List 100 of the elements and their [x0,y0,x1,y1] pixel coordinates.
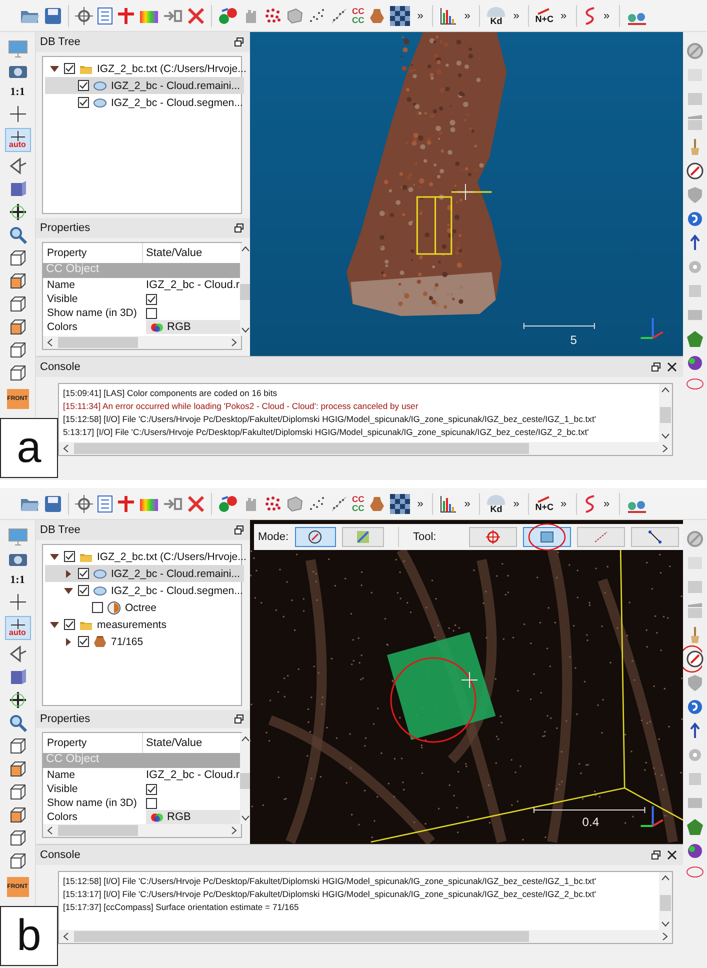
scroll-thumb[interactable] [74,931,530,942]
scroll-thumb[interactable] [660,407,671,423]
overflow-button[interactable]: » [414,498,426,510]
wireframe-cube-icon[interactable] [8,737,26,755]
swap-arrows-icon[interactable] [218,494,238,512]
scattered-dots-icon[interactable] [308,494,326,512]
pentagon-icon[interactable] [686,818,704,836]
tool-button[interactable] [631,527,679,547]
scroll-left-icon[interactable] [62,444,70,453]
plus-icon[interactable] [8,105,26,123]
scroll-thumb[interactable] [240,772,251,788]
wireframe-cube-icon[interactable] [8,852,26,870]
scroll-down-icon[interactable] [240,326,250,334]
column-header[interactable]: State/Value [143,737,240,749]
cc-button[interactable]: CC CC [352,6,364,24]
overflow-button[interactable]: » [414,10,426,22]
checkbox[interactable] [64,63,75,74]
shaded-cube-icon[interactable] [8,272,26,290]
pentagon-icon[interactable] [686,330,704,348]
close-icon[interactable] [667,362,677,372]
scroll-up-icon[interactable] [661,874,670,882]
tree-item[interactable]: 71/165 [45,633,148,650]
overflow-button[interactable]: » [600,10,613,22]
scroll-down-icon[interactable] [240,814,250,822]
scroll-right-icon[interactable] [230,338,238,347]
checkbox[interactable] [146,294,157,304]
wireframe-cube-icon[interactable] [8,829,26,847]
bar-chart-icon[interactable] [439,494,458,512]
tree-item[interactable]: IGZ_2_bc - Cloud.remaini... [45,565,244,582]
checkbox[interactable] [146,798,157,808]
scroll-left-icon[interactable] [46,338,54,347]
overflow-button[interactable]: » [558,498,570,510]
tree-item[interactable]: IGZ_2_bc.txt (C:/Users/Hrvoje... [45,548,250,565]
caret-down-icon[interactable] [49,620,60,630]
column-header[interactable]: State/Value [143,247,240,259]
tree-item[interactable]: measurements [45,616,170,633]
scroll-right-icon[interactable] [661,444,669,453]
scroll-right-icon[interactable] [661,932,669,941]
scale-button[interactable]: 1:1 [10,572,25,588]
scrollbar[interactable] [59,442,672,455]
wireframe-cube-icon[interactable] [8,249,26,267]
scroll-left-icon[interactable] [62,932,70,941]
sphere-icon[interactable] [686,842,704,860]
tool-button[interactable] [523,527,571,547]
float-icon[interactable] [234,223,244,233]
tree-item[interactable]: IGZ_2_bc.txt (C:/Users/Hrvoje... [45,60,250,77]
scrollbar[interactable] [659,384,672,442]
checkerboard-icon[interactable] [390,6,410,26]
scrollbar[interactable] [43,824,241,837]
tree-item[interactable]: IGZ_2_bc - Cloud.segmen... [45,94,247,111]
caret-down-icon[interactable] [49,64,60,74]
tree-item[interactable]: IGZ_2_bc - Cloud.remaini... [45,77,244,94]
3d-view[interactable]: 5 [250,32,683,356]
scroll-thumb[interactable] [240,284,251,300]
crosshair-icon[interactable] [75,494,93,512]
scroll-thumb[interactable] [58,825,138,836]
float-icon[interactable] [234,525,244,535]
checkbox[interactable] [78,636,89,647]
scroll-right-icon[interactable] [230,826,238,835]
auto-pivot-button[interactable]: auto [4,128,30,152]
float-icon[interactable] [651,850,661,860]
checkbox[interactable] [78,80,89,91]
swirl-icon[interactable] [686,210,704,228]
diagonal-dots-icon[interactable] [330,494,348,512]
camera-icon[interactable] [8,551,28,567]
overflow-button[interactable]: » [510,498,522,510]
bar-chart-icon[interactable] [439,6,458,24]
checkbox[interactable] [78,568,89,579]
overflow-button[interactable]: » [510,10,522,22]
scrollbar[interactable] [59,930,672,943]
scroll-up-icon[interactable] [661,386,670,394]
mesh-icon[interactable] [286,494,304,512]
mesh-icon[interactable] [286,6,304,24]
curve-icon[interactable] [582,6,597,26]
normals-button[interactable]: N+C [535,7,554,24]
float-icon[interactable] [234,37,244,47]
float-icon[interactable] [651,362,661,372]
cone-arrow-icon[interactable] [8,645,28,663]
checkbox[interactable] [146,308,157,318]
scrollbar[interactable] [659,872,672,930]
color-dropdown[interactable]: RGB [146,810,240,824]
compass-icon[interactable] [686,650,704,668]
checkbox[interactable] [146,784,157,794]
swirl-icon[interactable] [686,698,704,716]
checkbox[interactable] [78,585,89,596]
checkbox[interactable] [78,97,89,108]
diagonal-dots-icon[interactable] [330,6,348,24]
delete-icon[interactable] [187,6,205,24]
wireframe-cube-icon[interactable] [8,341,26,359]
mode-button[interactable] [294,527,336,547]
cc-button[interactable]: CC CC [352,494,364,512]
sphere-icon[interactable] [686,354,704,372]
cube-icon[interactable] [8,180,26,198]
scroll-up-icon[interactable] [240,735,250,743]
overflow-button[interactable]: » [461,10,474,22]
delete-icon[interactable] [187,494,205,512]
wireframe-cube-icon[interactable] [8,783,26,801]
camera-icon[interactable] [8,63,28,79]
scroll-thumb[interactable] [58,337,138,348]
checkbox[interactable] [64,551,75,562]
